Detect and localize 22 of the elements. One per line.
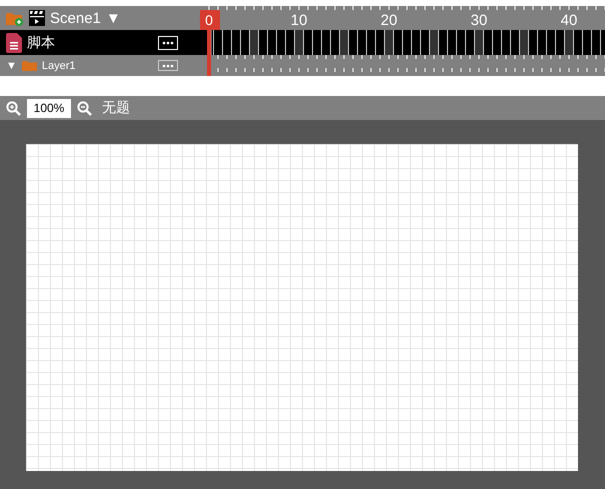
clapperboard-icon[interactable]: [29, 10, 45, 26]
more-icon: [162, 64, 174, 68]
frame-number: 10: [290, 12, 308, 29]
zoom-in-icon[interactable]: [6, 100, 21, 116]
scene-dropdown-caret[interactable]: ▼: [106, 10, 121, 26]
frame-number: 40: [560, 12, 578, 29]
document-title: 无题: [102, 99, 130, 117]
layer-name: Layer1: [42, 60, 76, 72]
frame-cell[interactable]: [200, 30, 207, 55]
zoom-field[interactable]: 100%: [27, 98, 71, 118]
document-icon: [6, 32, 22, 52]
frame-number: 30: [470, 12, 488, 29]
layer-name: 脚本: [27, 34, 55, 52]
playhead[interactable]: 0: [200, 10, 220, 76]
zoom-out-icon[interactable]: [77, 100, 92, 116]
expand-toggle[interactable]: ▼: [6, 60, 17, 72]
frame-cells[interactable]: [212, 30, 605, 55]
folder-icon: [22, 60, 37, 71]
add-folder-icon[interactable]: [6, 10, 24, 26]
more-icon: [162, 40, 174, 44]
scene-name[interactable]: Scene1: [50, 10, 101, 26]
frame-number: 20: [380, 12, 398, 29]
